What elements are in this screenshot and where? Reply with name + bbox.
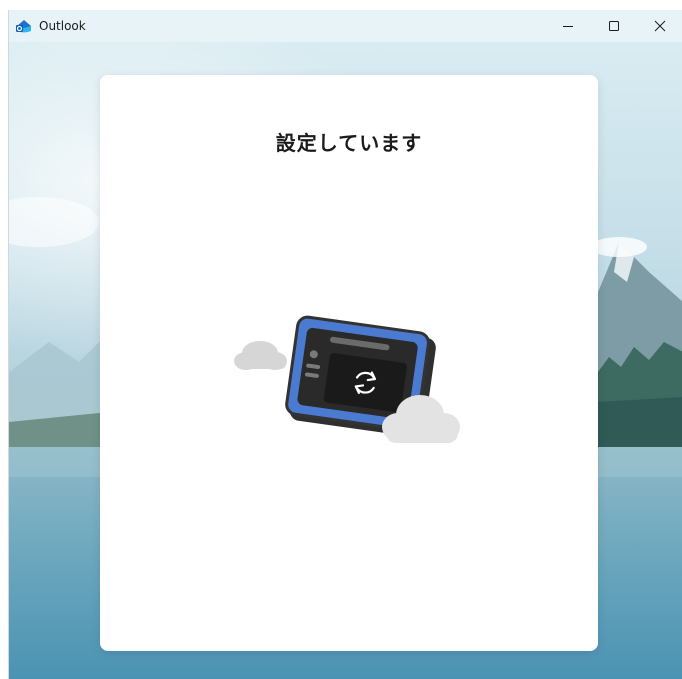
minimize-button[interactable] bbox=[545, 10, 591, 42]
title-bar[interactable]: Outlook bbox=[9, 10, 682, 42]
outlook-app-icon bbox=[15, 17, 33, 35]
minimize-icon bbox=[562, 17, 574, 36]
dialog-heading: 設定しています bbox=[275, 131, 423, 155]
caption-buttons bbox=[545, 10, 682, 42]
maximize-button[interactable] bbox=[591, 10, 637, 42]
maximize-icon bbox=[608, 17, 620, 36]
sync-device-illustration bbox=[234, 315, 460, 443]
window-title: Outlook bbox=[39, 19, 86, 33]
cloud-left-icon bbox=[234, 341, 287, 370]
close-button[interactable] bbox=[637, 10, 682, 42]
close-icon bbox=[654, 17, 666, 36]
setup-dialog: 設定しています bbox=[100, 75, 598, 651]
outlook-window: Outlook 設定しています bbox=[8, 10, 682, 679]
